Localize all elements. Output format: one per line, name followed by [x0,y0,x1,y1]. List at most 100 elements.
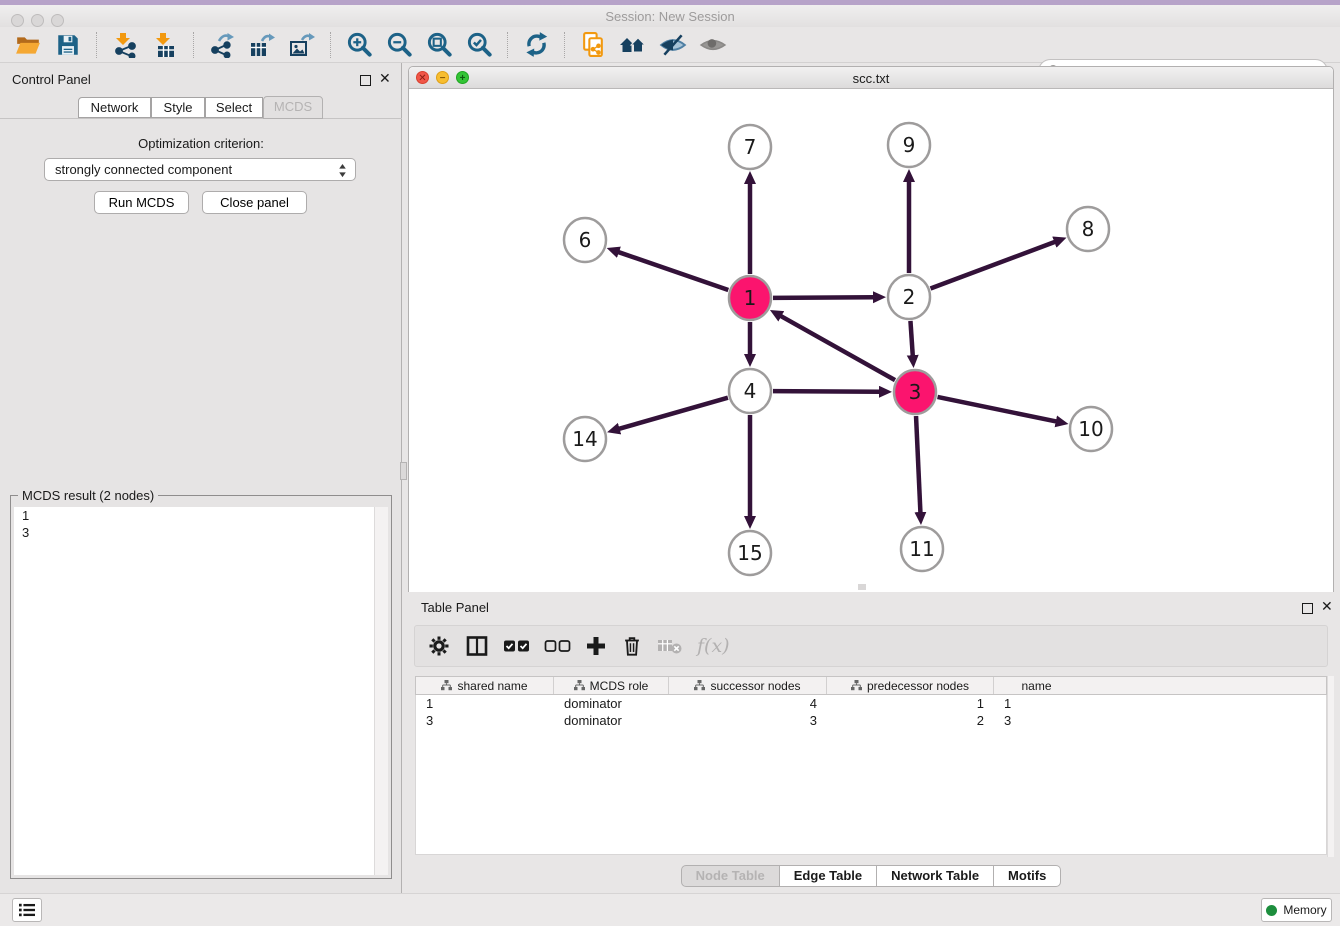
delete-column-button[interactable] [621,630,643,662]
select-value: strongly connected component [55,162,232,177]
run-mcds-button[interactable]: Run MCDS [94,191,189,214]
export-network-button[interactable] [202,30,242,60]
table-cell[interactable]: 1 [827,695,994,712]
mcds-result-title: MCDS result (2 nodes) [18,488,158,503]
import-table-button[interactable] [145,30,185,60]
select-all-button[interactable] [503,630,530,662]
table-panel: Table Panel ✕ [408,597,1340,890]
graph-edge-2-3[interactable] [910,321,912,356]
graph-edge-3-11[interactable] [916,416,920,513]
copy-network-button[interactable] [573,30,613,60]
table-scrollbar[interactable] [1327,676,1334,857]
memory-button[interactable]: Memory [1261,898,1332,922]
column-header[interactable]: name [994,677,1079,694]
graph-edge-1-2[interactable] [773,297,874,298]
zoom-selected-icon [466,31,493,58]
zoom-out-button[interactable] [379,30,419,60]
table-tab-motifs[interactable]: Motifs [994,865,1061,887]
graph-edge-3-1[interactable] [780,316,895,380]
add-column-button[interactable] [585,630,607,662]
optimization-criterion-select[interactable]: strongly connected component [44,158,356,181]
tab-network[interactable]: Network [78,97,151,118]
close-table-panel-icon[interactable]: ✕ [1321,601,1333,612]
graph-node-label: 3 [909,380,922,404]
zoom-fit-button[interactable] [419,30,459,60]
function-builder-button[interactable]: f(x) [697,630,730,662]
table-cell[interactable]: 3 [416,712,554,729]
save-floppy-icon [55,32,81,58]
task-history-button[interactable] [12,898,42,922]
column-header[interactable]: successor nodes [669,677,827,694]
graph-edge-3-10[interactable] [938,397,1057,422]
canvas-resize-grip[interactable] [858,584,866,590]
graph-edge-4-3[interactable] [773,391,880,392]
tab-mcds[interactable]: MCDS [263,96,323,119]
close-panel-button[interactable]: Close panel [202,191,307,214]
table-cell[interactable]: 4 [669,695,827,712]
gear-icon [427,634,451,658]
zoom-out-icon [386,31,413,58]
window-title: Session: New Session [0,9,1340,24]
refresh-button[interactable] [516,30,556,60]
eye-icon [699,32,727,58]
node-table[interactable]: shared nameMCDS rolesuccessor nodesprede… [415,676,1327,855]
float-panel-icon[interactable] [360,74,371,89]
zoom-selected-button[interactable] [459,30,499,60]
table-tab-edge-table[interactable]: Edge Table [780,865,877,887]
open-folder-icon [15,32,41,58]
network-graph[interactable]: 7968124314101511 [409,89,1333,592]
tab-select[interactable]: Select [205,97,263,118]
table-cell[interactable]: dominator [554,712,669,729]
result-scrollbar[interactable] [374,507,388,875]
zoom-in-button[interactable] [339,30,379,60]
graph-node-label: 4 [744,379,757,403]
table-row[interactable]: 1dominator411 [416,695,1326,712]
export-image-button[interactable] [282,30,322,60]
table-row[interactable]: 3dominator323 [416,712,1326,729]
import-network-button[interactable] [105,30,145,60]
titlebar[interactable]: Session: New Session [0,5,1340,27]
table-header-row[interactable]: shared nameMCDS rolesuccessor nodesprede… [415,676,1327,695]
plus-icon [585,635,607,657]
home-layout-button[interactable] [613,30,653,60]
mcds-result-list[interactable]: 13 [14,507,388,875]
optimization-criterion-label: Optimization criterion: [0,136,402,151]
table-cell[interactable]: 3 [994,712,1079,729]
table-tab-network-table[interactable]: Network Table [877,865,994,887]
zoom-fit-icon [426,31,453,58]
table-cell[interactable]: dominator [554,695,669,712]
memory-label: Memory [1283,903,1326,917]
export-table-button[interactable] [242,30,282,60]
table-tab-node-table[interactable]: Node Table [681,865,780,887]
select-chevrons-icon [338,163,347,178]
table-cell[interactable]: 1 [416,695,554,712]
network-window-titlebar[interactable]: ✕ − + scc.txt [409,67,1333,89]
float-table-panel-icon[interactable] [1302,602,1313,617]
table-body[interactable]: 1dominator4113dominator323 [415,695,1327,855]
tab-style[interactable]: Style [151,97,205,118]
table-settings-button[interactable] [427,630,451,662]
list-icon [18,902,36,918]
close-panel-icon[interactable]: ✕ [379,73,391,84]
table-cell[interactable]: 3 [669,712,827,729]
deselect-all-button[interactable] [544,630,571,662]
table-cell[interactable]: 1 [994,695,1079,712]
column-header[interactable]: MCDS role [554,677,669,694]
open-session-button[interactable] [8,30,48,60]
refresh-icon [523,31,550,58]
graph-node-label: 2 [903,285,916,309]
network-canvas[interactable]: 7968124314101511 [409,89,1333,592]
delete-table-button[interactable] [657,630,683,662]
show-columns-button[interactable] [465,630,489,662]
save-session-button[interactable] [48,30,88,60]
column-header[interactable]: shared name [416,677,554,694]
table-cell[interactable]: 2 [827,712,994,729]
graph-node-label: 1 [744,286,757,310]
show-graphics-details-button[interactable] [693,30,733,60]
graph-edge-2-8[interactable] [931,242,1056,289]
panel-splitter-handle[interactable] [400,462,407,480]
graph-edge-1-6[interactable] [618,252,728,290]
column-header[interactable]: predecessor nodes [827,677,994,694]
graph-edge-4-14[interactable] [619,398,728,429]
hide-graphics-details-button[interactable] [653,30,693,60]
